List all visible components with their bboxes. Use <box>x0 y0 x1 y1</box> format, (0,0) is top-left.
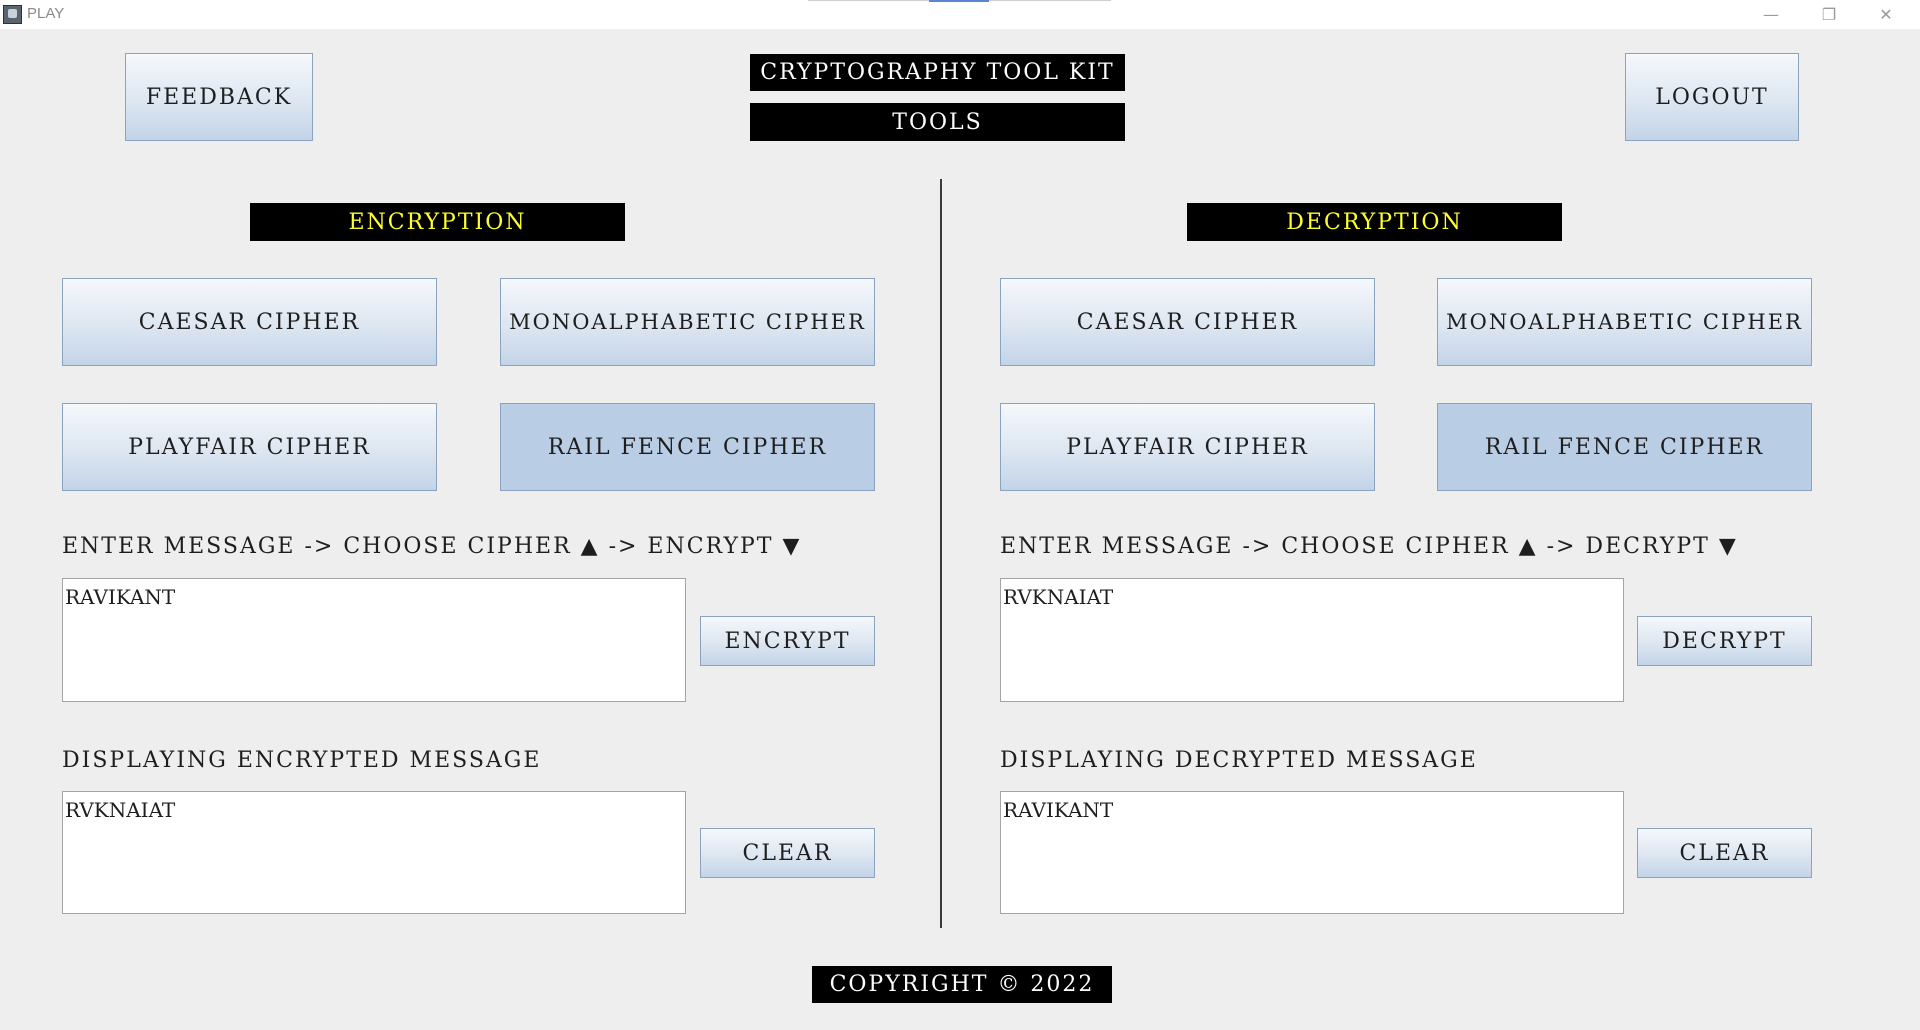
decrypted-output-textarea[interactable]: RAVIKANT <box>1000 791 1624 914</box>
decrypt-caesar-cipher-button[interactable]: CAESAR CIPHER <box>1000 278 1375 366</box>
encrypt-button[interactable]: ENCRYPT <box>700 616 875 666</box>
tools-subtitle: TOOLS <box>750 103 1125 141</box>
decryption-instruction: ENTER MESSAGE -> CHOOSE CIPHER ▲ -> DECR… <box>1000 534 1738 559</box>
decrypt-rail-fence-cipher-button[interactable]: RAIL FENCE CIPHER <box>1437 403 1812 491</box>
decryption-input-textarea[interactable]: RVKNAIAT <box>1000 578 1624 702</box>
encryption-input-textarea[interactable]: RAVIKANT <box>62 578 686 702</box>
encrypt-rail-fence-cipher-button[interactable]: RAIL FENCE CIPHER <box>500 403 875 491</box>
decrypt-playfair-cipher-button[interactable]: PLAYFAIR CIPHER <box>1000 403 1375 491</box>
maximize-icon[interactable]: ❐ <box>1806 0 1852 29</box>
encrypt-playfair-cipher-button[interactable]: PLAYFAIR CIPHER <box>62 403 437 491</box>
encryption-instruction: ENTER MESSAGE -> CHOOSE CIPHER ▲ -> ENCR… <box>62 534 802 559</box>
decrypt-button[interactable]: DECRYPT <box>1637 616 1812 666</box>
minimize-icon[interactable]: — <box>1748 0 1794 29</box>
decryption-heading: DECRYPTION <box>1187 203 1562 241</box>
app-title: CRYPTOGRAPHY TOOL KIT <box>750 54 1125 91</box>
close-icon[interactable]: ✕ <box>1863 0 1909 29</box>
encrypt-monoalphabetic-cipher-button[interactable]: MONOALPHABETIC CIPHER <box>500 278 875 366</box>
encryption-heading: ENCRYPTION <box>250 203 625 241</box>
decryption-clear-button[interactable]: CLEAR <box>1637 828 1812 878</box>
window-title: PLAY <box>27 5 65 22</box>
panel-divider <box>940 179 942 928</box>
feedback-button[interactable]: FEEDBACK <box>125 53 313 141</box>
decrypted-output-heading: DISPLAYING DECRYPTED MESSAGE <box>1000 748 1478 773</box>
encrypt-caesar-cipher-button[interactable]: CAESAR CIPHER <box>62 278 437 366</box>
logout-button[interactable]: LOGOUT <box>1625 53 1799 141</box>
encrypted-output-textarea[interactable]: RVKNAIAT <box>62 791 686 914</box>
title-bar-accent <box>929 0 989 2</box>
app-icon <box>3 5 22 24</box>
encryption-clear-button[interactable]: CLEAR <box>700 828 875 878</box>
copyright-footer: COPYRIGHT © 2022 <box>812 966 1112 1003</box>
encrypted-output-heading: DISPLAYING ENCRYPTED MESSAGE <box>62 748 542 773</box>
decrypt-monoalphabetic-cipher-button[interactable]: MONOALPHABETIC CIPHER <box>1437 278 1812 366</box>
window-title-bar <box>0 0 1920 29</box>
